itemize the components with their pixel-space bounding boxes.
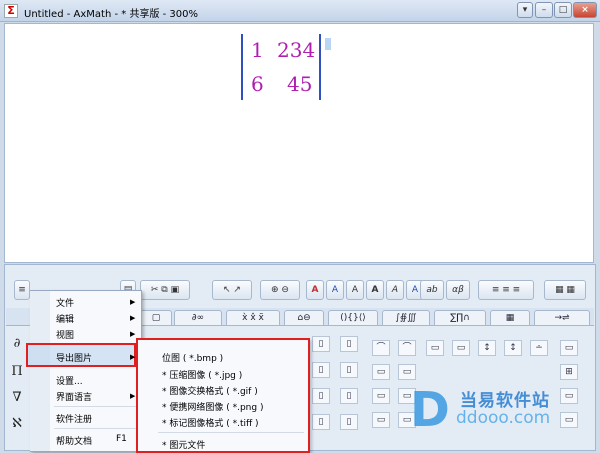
window-title: Untitled - AxMath - * 共享版 - 300% <box>24 9 198 20</box>
template-button[interactable]: ▯ <box>312 336 330 352</box>
menu-item-register[interactable]: 软件注册 <box>56 412 92 425</box>
zoom-tools[interactable]: ⊕ ⊖ <box>260 280 300 300</box>
submenu-separator <box>158 432 304 433</box>
tab-symbols[interactable]: ▢ <box>140 310 172 326</box>
formula-editor[interactable]: 1 234 6 45 <box>4 23 594 263</box>
template-button[interactable]: ▯ <box>340 388 358 404</box>
matrix-cell[interactable]: 234 <box>277 38 315 62</box>
template-button[interactable]: ▯ <box>340 336 358 352</box>
maximize-button[interactable]: □ <box>554 2 572 18</box>
template-button[interactable]: ⊞ <box>560 364 578 380</box>
tab-matrices[interactable]: ▦ <box>490 310 530 326</box>
submenu-arrow-icon: ▶ <box>130 392 136 400</box>
font-style-button[interactable]: A <box>326 280 344 300</box>
template-button[interactable]: ↕ <box>504 340 522 356</box>
text-mode-button[interactable]: ab <box>420 280 444 300</box>
export-gif[interactable]: * 图像交换格式 ( *.gif ) <box>162 384 258 397</box>
menu-item-view[interactable]: 视图 <box>56 328 74 341</box>
tab-shapes[interactable]: ⌂⊖ <box>284 310 324 326</box>
menu-item-edit[interactable]: 编辑 <box>56 312 74 325</box>
arrow-tools[interactable]: ↖ ↗ <box>212 280 252 300</box>
determinant-matrix[interactable]: 1 234 6 45 <box>241 34 321 100</box>
template-button[interactable]: ▭ <box>560 340 578 356</box>
tab-brackets[interactable]: (){}⟨⟩ <box>328 310 378 326</box>
template-button[interactable]: ⌒ <box>398 340 416 356</box>
menu-separator <box>54 428 138 429</box>
template-button[interactable]: ▭ <box>372 412 390 428</box>
tab-accents[interactable]: x̀ x̂ x̃ <box>226 310 280 326</box>
align-tools[interactable]: ≡ ≡ ≡ <box>478 280 534 300</box>
template-button[interactable]: ▭ <box>398 364 416 380</box>
tab-arrows[interactable]: →⇌ <box>534 310 590 326</box>
menu-button[interactable]: ≡ <box>14 280 30 300</box>
watermark-logo: D 当易软件站 ddooo.com <box>410 380 600 450</box>
partial-symbol[interactable]: ∂ <box>8 336 26 358</box>
menu-item-export-image[interactable]: 导出图片 <box>56 351 92 364</box>
template-button[interactable]: ↕ <box>478 340 496 356</box>
nabla-symbol[interactable]: ∇ <box>8 390 26 412</box>
menu-item-file[interactable]: 文件 <box>56 296 74 309</box>
text-cursor <box>325 38 331 50</box>
template-button[interactable]: ▯ <box>340 414 358 430</box>
app-icon[interactable]: Σ <box>4 4 18 18</box>
aleph-symbol[interactable]: ℵ <box>8 416 26 438</box>
export-bmp[interactable]: 位图 ( *.bmp ) <box>162 351 223 364</box>
template-button[interactable]: ▯ <box>312 388 330 404</box>
watermark-url: ddooo.com <box>456 408 551 428</box>
template-button[interactable]: ▯ <box>312 414 330 430</box>
menu-item-settings[interactable]: 设置... <box>56 374 83 387</box>
submenu-arrow-icon: ▶ <box>130 353 136 361</box>
template-button[interactable]: ▭ <box>426 340 444 356</box>
color-tools[interactable]: ▦ ▦ <box>544 280 586 300</box>
tab-integrals[interactable]: ∫∯∭ <box>382 310 430 326</box>
matrix-cell[interactable]: 1 <box>251 38 264 62</box>
export-metafile[interactable]: * 图元文件 <box>162 438 205 451</box>
close-button[interactable]: × <box>573 2 597 18</box>
greek-mode-button[interactable]: αβ <box>446 280 470 300</box>
font-style-button[interactable]: A <box>346 280 364 300</box>
submenu-arrow-icon: ▶ <box>130 330 136 338</box>
menu-icon-strip <box>30 291 50 451</box>
tab-sums[interactable]: ∑∏∩ <box>434 310 486 326</box>
minimize-button[interactable]: – <box>535 2 553 18</box>
submenu-arrow-icon: ▶ <box>130 314 136 322</box>
template-button[interactable]: ▯ <box>312 362 330 378</box>
menu-separator <box>54 406 138 407</box>
cut-copy-paste-group[interactable]: ✂ ⧉ ▣ <box>140 280 190 300</box>
matrix-cell[interactable]: 6 <box>251 72 264 96</box>
font-style-button[interactable]: A <box>366 280 384 300</box>
tab-operators[interactable]: ∂∞ <box>174 310 222 326</box>
template-button[interactable]: ⌒ <box>372 340 390 356</box>
export-png[interactable]: * 便携网络图像 ( *.png ) <box>162 400 263 413</box>
title-bar: Σ Untitled - AxMath - * 共享版 - 300% ▾ – □… <box>0 0 600 22</box>
submenu-arrow-icon: ▶ <box>130 298 136 306</box>
help-shortcut: F1 <box>116 434 127 444</box>
template-button[interactable]: ▭ <box>372 364 390 380</box>
template-button[interactable]: ▭ <box>372 388 390 404</box>
watermark-d-icon: D <box>410 382 450 438</box>
template-button[interactable]: ▯ <box>340 362 358 378</box>
font-style-button[interactable]: A <box>386 280 404 300</box>
export-tiff[interactable]: * 标记图像格式 ( *.tiff ) <box>162 416 259 429</box>
template-button[interactable]: ▭ <box>452 340 470 356</box>
export-jpg[interactable]: * 压缩图像 ( *.jpg ) <box>162 368 242 381</box>
extra-dropdown-button[interactable]: ▾ <box>517 2 533 18</box>
product-symbol[interactable]: Π <box>8 364 26 386</box>
menu-item-language[interactable]: 界面语言 <box>56 390 92 403</box>
template-button[interactable]: ∸ <box>530 340 548 356</box>
menu-item-help[interactable]: 帮助文档 <box>56 434 92 447</box>
matrix-cell[interactable]: 45 <box>287 72 312 96</box>
font-style-button[interactable]: A <box>306 280 324 300</box>
